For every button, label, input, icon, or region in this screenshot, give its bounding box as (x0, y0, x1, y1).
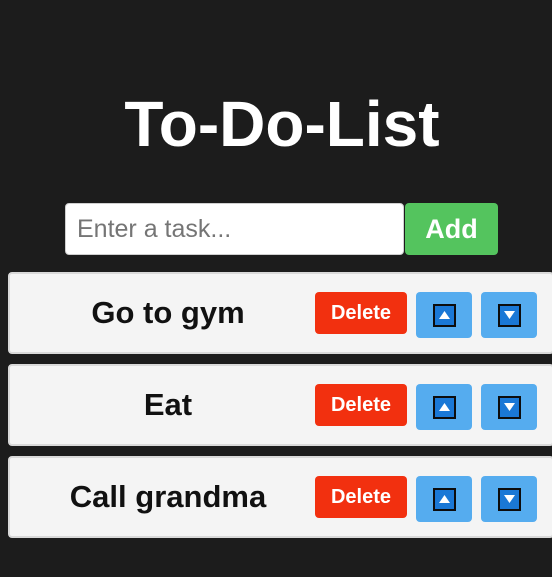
arrow-up-icon (432, 487, 456, 511)
task-input[interactable] (65, 203, 404, 255)
task-text: Go to gym (91, 295, 245, 330)
move-up-button[interactable] (416, 476, 472, 522)
task-entry-form: Add (65, 203, 498, 255)
task-text: Call grandma (69, 479, 267, 514)
move-down-button[interactable] (481, 384, 537, 430)
arrow-up-icon (432, 395, 456, 419)
arrow-down-icon (497, 395, 521, 419)
delete-button[interactable]: Delete (315, 292, 407, 334)
task-item: Call grandma Delete (8, 456, 552, 538)
task-item: Eat Delete (8, 364, 552, 446)
arrow-up-icon (432, 303, 456, 327)
move-up-button[interactable] (416, 292, 472, 338)
page-title: To-Do-List (124, 88, 440, 160)
arrow-down-icon (497, 487, 521, 511)
delete-button[interactable]: Delete (315, 384, 407, 426)
arrow-down-icon (497, 303, 521, 327)
task-text: Eat (143, 387, 193, 422)
task-list: Go to gym Delete Eat Delete Call grandma… (8, 272, 552, 548)
delete-button[interactable]: Delete (315, 476, 407, 518)
task-item: Go to gym Delete (8, 272, 552, 354)
move-up-button[interactable] (416, 384, 472, 430)
move-down-button[interactable] (481, 292, 537, 338)
move-down-button[interactable] (481, 476, 537, 522)
add-button[interactable]: Add (405, 203, 498, 255)
